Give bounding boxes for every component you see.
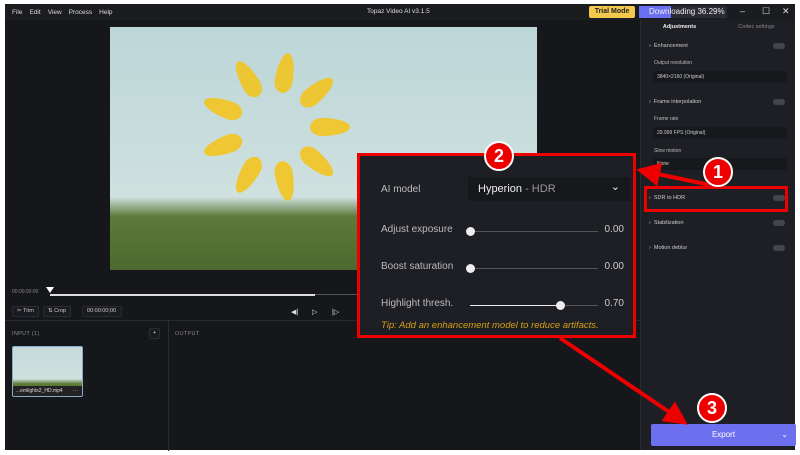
annotation-badge-3: 3: [697, 393, 727, 423]
annotation-arrows: [558, 162, 711, 425]
annotation-badge-1: 1: [703, 157, 733, 187]
arrow-1: [636, 162, 711, 187]
annotation-badge-2: 2: [484, 141, 514, 171]
arrow-3: [558, 336, 688, 425]
